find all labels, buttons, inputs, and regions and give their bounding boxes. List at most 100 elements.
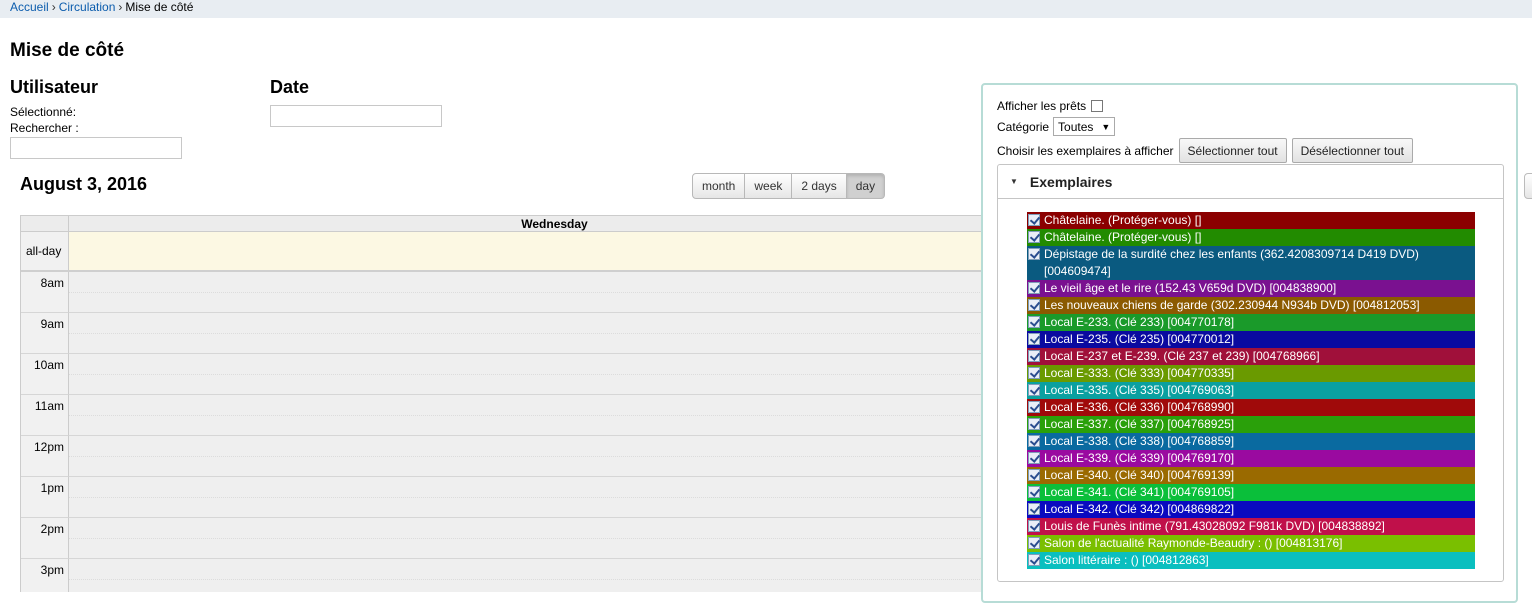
breadcrumb-separator: › bbox=[118, 0, 123, 14]
time-slot[interactable] bbox=[69, 477, 1040, 518]
item-checkbox[interactable] bbox=[1028, 503, 1040, 515]
item-label: Salon littéraire : () [004812863] bbox=[1044, 553, 1209, 567]
calendar-title: August 3, 2016 bbox=[20, 174, 148, 194]
item-row[interactable]: Châtelaine. (Protéger-vous) [] bbox=[1027, 229, 1475, 246]
calendar-view-switcher: month week 2 days day bbox=[692, 173, 886, 199]
item-label: Salon de l'actualité Raymonde-Beaudry : … bbox=[1044, 536, 1343, 550]
item-checkbox[interactable] bbox=[1028, 384, 1040, 396]
item-label: Dépistage de la surdité chez les enfants… bbox=[1044, 247, 1419, 278]
time-slot[interactable] bbox=[69, 436, 1040, 477]
date-input[interactable] bbox=[270, 105, 442, 127]
calendar-header: Wednesday bbox=[21, 215, 1040, 232]
item-row[interactable]: Local E-337. (Clé 337) [004768925] bbox=[1027, 416, 1475, 433]
time-slot[interactable] bbox=[69, 559, 1040, 592]
item-checkbox[interactable] bbox=[1028, 435, 1040, 447]
item-row[interactable]: Local E-342. (Clé 342) [004869822] bbox=[1027, 501, 1475, 518]
choose-items-label: Choisir les exemplaires à afficher bbox=[997, 143, 1174, 158]
item-checkbox[interactable] bbox=[1028, 333, 1040, 345]
hour-row: 2pm bbox=[21, 518, 1040, 559]
show-loans-label: Afficher les prêts bbox=[997, 99, 1087, 113]
hour-row: 8am bbox=[21, 272, 1040, 313]
item-label: Châtelaine. (Protéger-vous) [] bbox=[1044, 230, 1202, 244]
item-checkbox[interactable] bbox=[1028, 350, 1040, 362]
item-row[interactable]: Les nouveaux chiens de garde (302.230944… bbox=[1027, 297, 1475, 314]
select-all-button[interactable]: Sélectionner tout bbox=[1178, 138, 1287, 163]
item-row[interactable]: Louis de Funès intime (791.43028092 F981… bbox=[1027, 518, 1475, 535]
item-row[interactable]: Local E-341. (Clé 341) [004769105] bbox=[1027, 484, 1475, 501]
item-row[interactable]: Local E-339. (Clé 339) [004769170] bbox=[1027, 450, 1475, 467]
item-checkbox[interactable] bbox=[1028, 486, 1040, 498]
item-checkbox[interactable] bbox=[1028, 452, 1040, 464]
item-checkbox[interactable] bbox=[1028, 214, 1040, 226]
hour-row: 10am bbox=[21, 354, 1040, 395]
time-slot[interactable] bbox=[69, 272, 1040, 313]
item-label: Local E-335. (Clé 335) [004769063] bbox=[1044, 383, 1235, 397]
calendar-next-button[interactable] bbox=[1524, 173, 1532, 199]
item-row[interactable]: Le vieil âge et le rire (152.43 V659d DV… bbox=[1027, 280, 1475, 297]
item-row[interactable]: Local E-340. (Clé 340) [004769139] bbox=[1027, 467, 1475, 484]
item-label: Local E-336. (Clé 336) [004768990] bbox=[1044, 400, 1235, 414]
item-row[interactable]: Local E-233. (Clé 233) [004770178] bbox=[1027, 314, 1475, 331]
accordion-title: Exemplaires bbox=[1029, 173, 1113, 190]
item-checkbox[interactable] bbox=[1028, 316, 1040, 328]
item-checkbox[interactable] bbox=[1028, 554, 1040, 566]
item-row[interactable]: Local E-333. (Clé 333) [004770335] bbox=[1027, 365, 1475, 382]
triangle-down-icon: ▼ bbox=[1010, 177, 1018, 186]
calendar-grid: Wednesday all-day 8am 9am 10am 11am 12pm 1pm 2… bbox=[20, 215, 1040, 592]
item-row[interactable]: Local E-235. (Clé 235) [004770012] bbox=[1027, 331, 1475, 348]
hour-row: 1pm bbox=[21, 477, 1040, 518]
item-row[interactable]: Local E-237 et E-239. (Clé 237 et 239) [… bbox=[1027, 348, 1475, 365]
item-row[interactable]: Dépistage de la surdité chez les enfants… bbox=[1027, 246, 1475, 280]
item-checkbox[interactable] bbox=[1028, 469, 1040, 481]
item-checkbox[interactable] bbox=[1028, 401, 1040, 413]
item-row[interactable]: Salon de l'actualité Raymonde-Beaudry : … bbox=[1027, 535, 1475, 552]
choose-items-row: Choisir les exemplaires à afficher Sélec… bbox=[997, 138, 1413, 163]
allday-row: all-day bbox=[21, 232, 1040, 272]
time-slot[interactable] bbox=[69, 395, 1040, 436]
time-slot[interactable] bbox=[69, 313, 1040, 354]
breadcrumb: Accueil › Circulation › Mise de côté bbox=[0, 0, 1532, 18]
item-checkbox[interactable] bbox=[1028, 537, 1040, 549]
time-slot[interactable] bbox=[69, 354, 1040, 395]
category-value: Toutes bbox=[1058, 119, 1094, 134]
item-checkbox[interactable] bbox=[1028, 520, 1040, 532]
view-2days-button[interactable]: 2 days bbox=[792, 173, 847, 199]
show-loans-checkbox[interactable] bbox=[1091, 100, 1104, 112]
items-panel: Afficher les prêts Catégorie Toutes ▼ Ch… bbox=[981, 83, 1518, 603]
breadcrumb-separator: › bbox=[51, 0, 56, 14]
view-month-button[interactable]: month bbox=[692, 173, 746, 199]
hour-label: 11am bbox=[21, 395, 69, 436]
item-checkbox[interactable] bbox=[1028, 299, 1040, 311]
item-checkbox[interactable] bbox=[1028, 282, 1040, 294]
time-slot[interactable] bbox=[69, 518, 1040, 559]
allday-cell[interactable] bbox=[69, 232, 1040, 270]
hour-label: 1pm bbox=[21, 477, 69, 518]
breadcrumb-current: Mise de côté bbox=[125, 0, 194, 14]
user-search-input[interactable] bbox=[10, 137, 182, 159]
item-checkbox[interactable] bbox=[1028, 367, 1040, 379]
item-row[interactable]: Local E-338. (Clé 338) [004768859] bbox=[1027, 433, 1475, 450]
item-label: Local E-342. (Clé 342) [004869822] bbox=[1044, 502, 1235, 516]
day-header: Wednesday bbox=[521, 217, 588, 231]
accordion-header[interactable]: ▼ Exemplaires bbox=[998, 165, 1503, 199]
item-label: Local E-341. (Clé 341) [004769105] bbox=[1044, 485, 1235, 499]
view-week-button[interactable]: week bbox=[745, 173, 793, 199]
deselect-all-button[interactable]: Désélectionner tout bbox=[1291, 138, 1413, 163]
item-label: Local E-337. (Clé 337) [004768925] bbox=[1044, 417, 1235, 431]
category-select[interactable]: Toutes ▼ bbox=[1053, 117, 1116, 136]
item-checkbox[interactable] bbox=[1028, 231, 1040, 243]
item-row[interactable]: Châtelaine. (Protéger-vous) [] bbox=[1027, 212, 1475, 229]
item-row[interactable]: Local E-336. (Clé 336) [004768990] bbox=[1027, 399, 1475, 416]
item-checkbox[interactable] bbox=[1028, 418, 1040, 430]
item-list: Châtelaine. (Protéger-vous) [] Châtelaine… bbox=[1027, 212, 1475, 569]
breadcrumb-home-link[interactable]: Accueil bbox=[10, 0, 49, 14]
breadcrumb-circulation-link[interactable]: Circulation bbox=[59, 0, 116, 14]
item-row[interactable]: Salon littéraire : () [004812863] bbox=[1027, 552, 1475, 569]
view-day-button[interactable]: day bbox=[846, 173, 886, 199]
user-heading: Utilisateur bbox=[10, 77, 99, 97]
item-label: Louis de Funès intime (791.43028092 F981… bbox=[1044, 519, 1385, 533]
item-checkbox[interactable] bbox=[1028, 248, 1040, 260]
item-label: Le vieil âge et le rire (152.43 V659d DV… bbox=[1044, 281, 1337, 295]
item-label: Les nouveaux chiens de garde (302.230944… bbox=[1044, 298, 1420, 312]
item-row[interactable]: Local E-335. (Clé 335) [004769063] bbox=[1027, 382, 1475, 399]
